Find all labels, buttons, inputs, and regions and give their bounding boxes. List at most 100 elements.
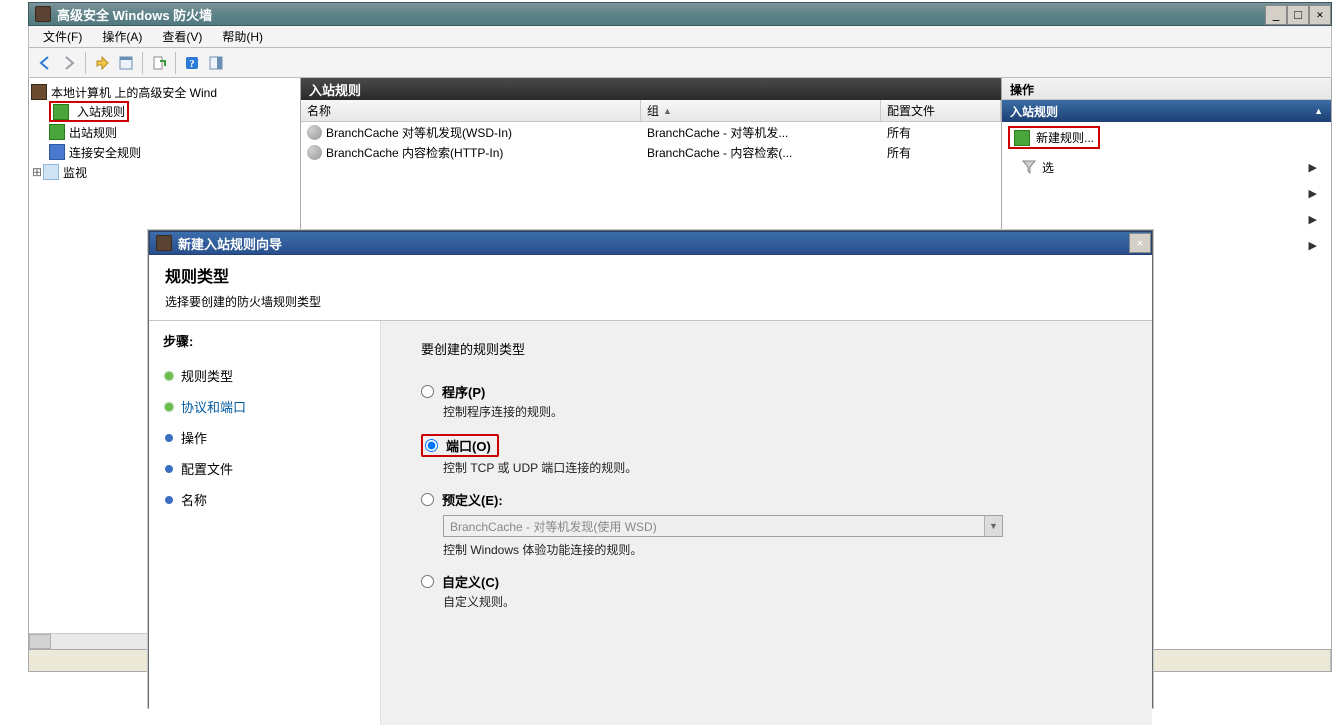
actions-section[interactable]: 入站规则 ▲ — [1002, 100, 1331, 122]
toolbar-sep3 — [175, 52, 176, 74]
rule-status-icon — [307, 145, 322, 160]
tree-monitor-label: 监视 — [63, 164, 87, 181]
forward-button[interactable] — [57, 51, 81, 75]
submenu-icon: ▶ — [1309, 239, 1317, 252]
action-item[interactable]: ▶ — [1002, 180, 1331, 206]
firewall-icon — [35, 6, 51, 22]
monitor-icon — [43, 164, 59, 180]
rule-profile: 所有 — [881, 124, 917, 141]
predef-combo-text: BranchCache - 对等机发现(使用 WSD) — [444, 518, 984, 535]
tree[interactable]: 本地计算机 上的高级安全 Wind 入站规则 出站规则 — [29, 78, 300, 186]
scroll-thumb[interactable] — [29, 634, 51, 649]
list-row[interactable]: BranchCache 对等机发现(WSD-In) BranchCache - … — [301, 122, 1001, 142]
sort-icon: ▲ — [663, 106, 672, 116]
predef-combo[interactable]: BranchCache - 对等机发现(使用 WSD) ▼ — [443, 515, 1003, 537]
step-label: 协议和端口 — [181, 397, 246, 416]
svg-text:?: ? — [189, 58, 195, 70]
rule-name: BranchCache 对等机发现(WSD-In) — [326, 124, 512, 141]
submenu-icon: ▶ — [1309, 161, 1317, 174]
up-button[interactable] — [90, 51, 114, 75]
wizard-header: 规则类型 选择要创建的防火墙规则类型 — [149, 255, 1152, 321]
tree-connsec-label: 连接安全规则 — [69, 144, 141, 161]
wizard-heading: 规则类型 — [165, 263, 1136, 287]
opt-predef[interactable]: 预定义(E): — [421, 490, 1126, 509]
chevron-down-icon[interactable]: ▼ — [984, 516, 1002, 536]
tree-inbound[interactable]: 入站规则 — [31, 102, 298, 122]
close-button[interactable]: × — [1309, 5, 1331, 25]
submenu-icon: ▶ — [1309, 213, 1317, 226]
opt-program[interactable]: 程序(P) — [421, 382, 1126, 401]
firewall-icon — [31, 84, 47, 100]
tree-connsec[interactable]: 连接安全规则 — [31, 142, 298, 162]
tree-monitor[interactable]: ⊞ 监视 — [31, 162, 298, 182]
opt-custom[interactable]: 自定义(C) — [421, 572, 1126, 591]
step-profile[interactable]: 配置文件 — [163, 453, 366, 484]
menu-file[interactable]: 文件(F) — [33, 26, 92, 47]
menu-help[interactable]: 帮助(H) — [212, 26, 273, 47]
step-type[interactable]: 规则类型 — [163, 360, 366, 391]
step-action[interactable]: 操作 — [163, 422, 366, 453]
radio-port[interactable] — [425, 439, 438, 452]
action-item[interactable]: ▶ — [1002, 206, 1331, 232]
tree-root[interactable]: 本地计算机 上的高级安全 Wind — [31, 82, 298, 102]
toolbar-sep2 — [142, 52, 143, 74]
step-protocol[interactable]: 协议和端口 — [163, 391, 366, 422]
filter-icon — [1022, 160, 1036, 174]
export-button[interactable] — [147, 51, 171, 75]
opt-predef-label: 预定义(E): — [442, 490, 503, 509]
opt-program-desc: 控制程序连接的规则。 — [443, 403, 1126, 420]
col-profile[interactable]: 配置文件 — [881, 100, 1001, 121]
action-filter-label: 选 — [1042, 159, 1054, 176]
radio-program[interactable] — [421, 385, 434, 398]
maximize-button[interactable]: □ — [1287, 5, 1309, 25]
step-bullet-icon — [165, 403, 173, 411]
wizard-body: 步骤: 规则类型 协议和端口 操作 配置文件 名称 要创 — [149, 321, 1152, 725]
opt-port[interactable]: 端口(O) — [421, 434, 1126, 457]
opt-predef-desc: 控制 Windows 体验功能连接的规则。 — [443, 541, 1126, 558]
step-label: 名称 — [181, 490, 207, 509]
wizard-subheading: 选择要创建的防火墙规则类型 — [165, 293, 1136, 310]
toolbar-sep — [85, 52, 86, 74]
tree-outbound-label: 出站规则 — [69, 124, 117, 141]
titlebar[interactable]: 高级安全 Windows 防火墙 _ □ × — [28, 2, 1332, 26]
wizard-titlebar[interactable]: 新建入站规则向导 × — [149, 231, 1152, 255]
minimize-button[interactable]: _ — [1265, 5, 1287, 25]
radio-custom[interactable] — [421, 575, 434, 588]
col-name[interactable]: 名称 — [301, 100, 641, 121]
tree-outbound[interactable]: 出站规则 — [31, 122, 298, 142]
list-header[interactable]: 名称 组▲ 配置文件 — [301, 100, 1001, 122]
new-rule-icon — [1014, 130, 1030, 146]
actions-title: 操作 — [1002, 78, 1331, 100]
show-hide-tree-button[interactable] — [114, 51, 138, 75]
menu-action[interactable]: 操作(A) — [92, 26, 152, 47]
wizard-steps: 步骤: 规则类型 协议和端口 操作 配置文件 名称 — [149, 321, 381, 725]
list-row[interactable]: BranchCache 内容检索(HTTP-In) BranchCache - … — [301, 142, 1001, 162]
opt-custom-label: 自定义(C) — [442, 572, 499, 591]
step-label: 配置文件 — [181, 459, 233, 478]
back-button[interactable] — [33, 51, 57, 75]
steps-label: 步骤: — [163, 331, 366, 350]
show-action-pane-button[interactable] — [204, 51, 228, 75]
action-new-rule[interactable]: 新建规则... — [1002, 122, 1331, 154]
toolbar: ? — [28, 48, 1332, 78]
step-bullet-icon — [165, 434, 173, 442]
rule-group: BranchCache - 内容检索(... — [641, 144, 881, 161]
opt-custom-desc: 自定义规则。 — [443, 593, 1126, 610]
actions-section-label: 入站规则 — [1010, 103, 1058, 120]
wizard-prompt: 要创建的规则类型 — [421, 339, 1126, 358]
submenu-icon: ▶ — [1309, 187, 1317, 200]
menu-view[interactable]: 查看(V) — [152, 26, 212, 47]
menu-bar: 文件(F) 操作(A) 查看(V) 帮助(H) — [28, 26, 1332, 48]
opt-port-desc: 控制 TCP 或 UDP 端口连接的规则。 — [443, 459, 1126, 476]
wizard-close-button[interactable]: × — [1129, 233, 1151, 253]
col-group[interactable]: 组▲ — [641, 100, 881, 121]
step-name[interactable]: 名称 — [163, 484, 366, 515]
tree-inbound-label: 入站规则 — [77, 103, 125, 120]
help-button[interactable]: ? — [180, 51, 204, 75]
wizard-content: 要创建的规则类型 程序(P) 控制程序连接的规则。 端口(O) 控制 TCP 或… — [381, 321, 1152, 725]
radio-predef[interactable] — [421, 493, 434, 506]
expand-icon[interactable]: ⊞ — [31, 165, 43, 180]
firewall-icon — [156, 235, 172, 251]
action-filter-profile[interactable]: 选 ▶ — [1002, 154, 1331, 180]
action-new-rule-label: 新建规则... — [1036, 129, 1094, 146]
